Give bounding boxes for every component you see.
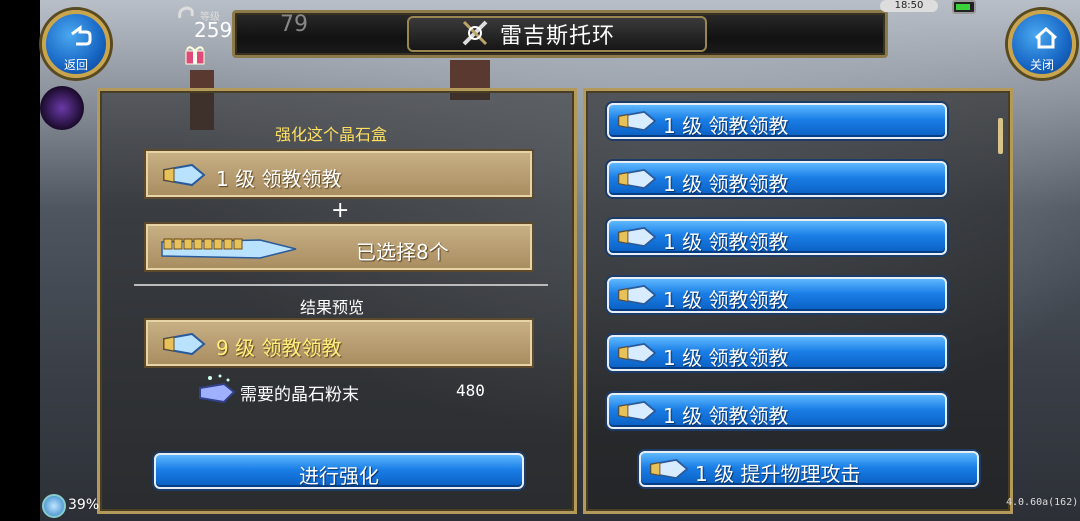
enhance-button-label: 进行强化 xyxy=(299,464,379,488)
crystal-icon xyxy=(163,163,206,187)
crystal-icon xyxy=(163,332,206,356)
back-arrow-icon xyxy=(71,25,92,46)
list-item-label: 1 级 领教领教 xyxy=(663,172,789,196)
crystal-powder-icon xyxy=(199,374,236,404)
left-black-bar xyxy=(0,0,40,521)
base-item-label: 1 级 领教领教 xyxy=(216,167,342,191)
result-item-slot: 9 级 领教领教 xyxy=(144,318,534,368)
window-title: 雷吉斯托环 xyxy=(500,24,616,49)
list-item[interactable]: 1 级 领教领教 xyxy=(607,277,947,313)
crystal-stack-icon xyxy=(161,238,297,259)
level-swirl-icon xyxy=(178,6,194,19)
scrollbar-thumb[interactable] xyxy=(998,118,1003,154)
crystal-icon xyxy=(617,284,657,306)
gift-icon[interactable] xyxy=(183,42,207,66)
refresh-orb-icon[interactable] xyxy=(42,494,66,518)
portal-icon xyxy=(40,86,84,130)
list-item[interactable]: 1 级 领教领教 xyxy=(607,335,947,371)
back-button[interactable]: 返回 xyxy=(42,10,110,78)
close-button[interactable]: 关闭 xyxy=(1008,10,1076,78)
list-item-label: 1 级 领教领教 xyxy=(663,230,789,254)
clock: 18:50 xyxy=(880,0,938,12)
home-icon xyxy=(1034,26,1058,49)
preview-title: 结果预览 xyxy=(300,298,365,317)
list-item-label: 1 级 领教领教 xyxy=(663,114,789,138)
list-item-label: 1 级 提升物理攻击 xyxy=(695,462,861,486)
list-item[interactable]: 1 级 领教领教 xyxy=(607,393,947,429)
result-item-label: 9 级 领教领教 xyxy=(216,336,342,360)
ring-weapon-icon xyxy=(462,20,488,46)
crystal-icon xyxy=(649,458,689,480)
hidden-number: 79 xyxy=(280,12,308,37)
progress-percent: 39% xyxy=(68,497,100,513)
crystal-icon xyxy=(617,168,657,190)
crystal-icon xyxy=(617,342,657,364)
crystal-icon xyxy=(617,226,657,248)
list-item[interactable]: 1 级 领教领教 xyxy=(607,103,947,139)
close-button-label: 关闭 xyxy=(1029,58,1054,72)
required-powder-value: 480 xyxy=(456,381,485,400)
list-item-label: 1 级 领教领教 xyxy=(663,288,789,312)
enhance-button[interactable]: 进行强化 xyxy=(154,453,524,489)
battery-icon xyxy=(952,0,976,14)
material-slot[interactable]: 已选择8个 xyxy=(144,222,534,272)
enhance-title: 强化这个晶石盒 xyxy=(275,125,388,144)
back-button-label: 返回 xyxy=(63,58,88,72)
list-item[interactable]: 1 级 提升物理攻击 xyxy=(639,451,979,487)
selected-count-label: 已选择8个 xyxy=(356,240,449,264)
list-item-label: 1 级 领教领教 xyxy=(663,404,789,428)
crystal-icon xyxy=(617,400,657,422)
crystal-icon xyxy=(617,110,657,132)
required-powder-label: 需要的晶石粉末 xyxy=(240,385,359,405)
list-item[interactable]: 1 级 领教领教 xyxy=(607,219,947,255)
version-label: 4.0.60a(162) xyxy=(1006,497,1079,508)
level-value: 259 xyxy=(194,18,233,42)
list-item[interactable]: 1 级 领教领教 xyxy=(607,161,947,197)
list-item-label: 1 级 领教领教 xyxy=(663,346,789,370)
plus-sign: + xyxy=(331,198,350,223)
base-item-slot[interactable]: 1 级 领教领教 xyxy=(144,149,534,199)
divider xyxy=(134,284,548,286)
